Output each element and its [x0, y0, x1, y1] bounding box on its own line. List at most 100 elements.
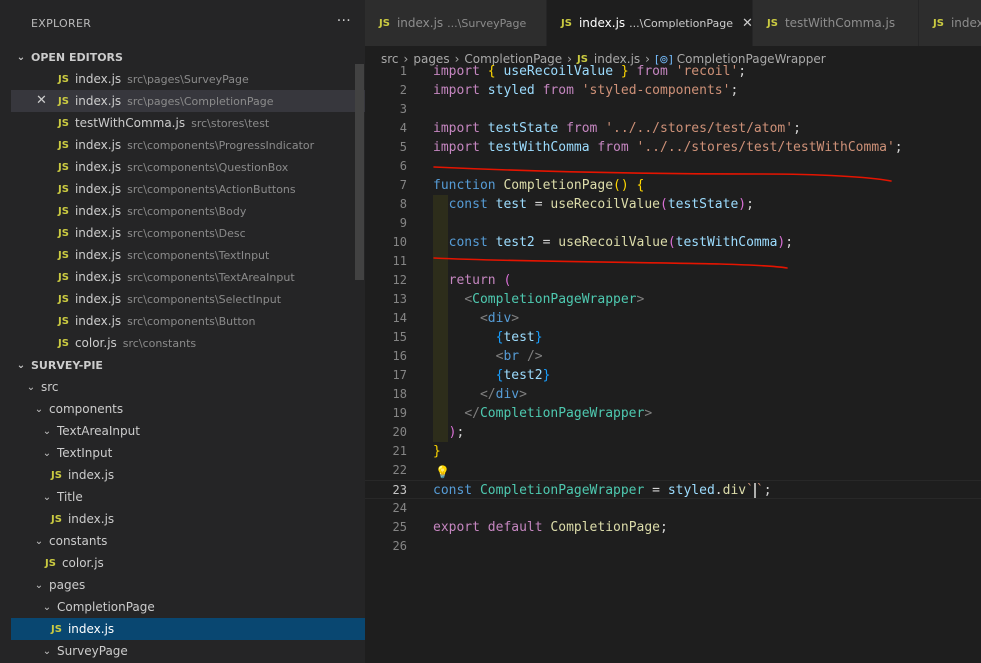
- tab-label: index.js: [396, 16, 444, 30]
- open-editor-item[interactable]: JS color.js src\constants: [11, 332, 365, 354]
- tree-label: components: [49, 402, 124, 416]
- code-line: 20 );: [365, 423, 981, 442]
- open-editor-item[interactable]: JS testWithComma.js src\stores\test: [11, 112, 365, 134]
- tree-folder-textareainput[interactable]: ⌄ TextAreaInput: [11, 420, 365, 442]
- project-header[interactable]: ⌄ SURVEY-PIE: [11, 354, 365, 376]
- line-number: 19: [392, 406, 407, 420]
- open-editor-filename: testWithComma.js: [74, 116, 186, 130]
- open-editor-path: src\components\Body: [127, 204, 247, 218]
- js-file-icon: JS: [51, 623, 62, 635]
- tab-testwithcomma[interactable]: JS testWithComma.js: [753, 0, 919, 46]
- open-editor-filename: index.js: [74, 292, 122, 306]
- open-editor-item[interactable]: JS index.js src\components\Desc: [11, 222, 365, 244]
- open-editor-item-active[interactable]: ✕ JS index.js src\pages\CompletionPage: [11, 90, 365, 112]
- open-editor-item[interactable]: JS index.js src\components\SelectInput: [11, 288, 365, 310]
- open-editor-path: src\components\ProgressIndicator: [127, 138, 315, 152]
- tree-file-selected[interactable]: JS index.js: [11, 618, 365, 640]
- tree-folder-components[interactable]: ⌄ components: [11, 398, 365, 420]
- tree-file[interactable]: JS index.js: [11, 508, 365, 530]
- code-line: 8 const test = useRecoilValue(testState)…: [365, 195, 981, 214]
- open-editor-filename: index.js: [74, 138, 122, 152]
- code-text: import testState from '../../stores/test…: [433, 121, 801, 136]
- open-editor-item[interactable]: JS index.js src\components\Button: [11, 310, 365, 332]
- js-file-icon: JS: [58, 315, 69, 327]
- js-file-icon: JS: [51, 513, 62, 525]
- open-editor-path: src\components\ActionButtons: [127, 182, 296, 196]
- tree-file[interactable]: JS color.js: [11, 552, 365, 574]
- line-number: 2: [399, 83, 407, 97]
- js-file-icon: JS: [58, 117, 69, 129]
- js-file-icon: JS: [58, 73, 69, 85]
- close-icon[interactable]: ✕: [36, 93, 47, 108]
- open-editor-filename: index.js: [74, 226, 122, 240]
- chevron-down-icon: ⌄: [34, 579, 44, 591]
- open-editor-item[interactable]: JS index.js src\components\TextInput: [11, 244, 365, 266]
- open-editor-item[interactable]: JS index.js src\components\QuestionBox: [11, 156, 365, 178]
- open-editor-path: src\pages\CompletionPage: [127, 94, 274, 108]
- js-file-icon: JS: [767, 17, 778, 29]
- code-line: 11: [365, 252, 981, 271]
- open-editor-path: src\components\QuestionBox: [127, 160, 289, 174]
- line-number: 7: [399, 178, 407, 192]
- code-text: <div>: [479, 311, 520, 326]
- open-editor-item[interactable]: JS index.js src\pages\SurveyPage: [11, 68, 365, 90]
- code-line: 1 import { useRecoilValue } from 'recoil'…: [365, 62, 981, 81]
- js-file-icon: JS: [933, 17, 944, 29]
- indent-guide: [433, 214, 448, 233]
- close-icon[interactable]: ✕: [742, 16, 753, 31]
- open-editor-filename: index.js: [74, 204, 122, 218]
- tree-folder-pages[interactable]: ⌄ pages: [11, 574, 365, 596]
- open-editors-header[interactable]: ⌄ OPEN EDITORS: [11, 46, 365, 68]
- code-text: const test = useRecoilValue(testState);: [448, 197, 754, 212]
- line-number: 5: [399, 140, 407, 154]
- line-number: 13: [392, 292, 407, 306]
- tree-folder-textinput[interactable]: ⌄ TextInput: [11, 442, 365, 464]
- code-editor[interactable]: 1 import { useRecoilValue } from 'recoil'…: [365, 62, 981, 556]
- line-number: 22: [392, 463, 407, 477]
- tab-surveypage-index[interactable]: JS index.js ...\SurveyPage: [365, 0, 547, 46]
- open-editor-item[interactable]: JS index.js src\components\TextAreaInput: [11, 266, 365, 288]
- tree-folder-surveypage[interactable]: ⌄ SurveyPage: [11, 640, 365, 662]
- js-file-icon: JS: [58, 161, 69, 173]
- line-number: 9: [399, 216, 407, 230]
- code-line: 13 <CompletionPageWrapper>: [365, 290, 981, 309]
- code-line: 12 return (: [365, 271, 981, 290]
- open-editor-item[interactable]: JS index.js src\components\ActionButtons: [11, 178, 365, 200]
- tab-description: ...\SurveyPage: [447, 16, 527, 30]
- code-text: function CompletionPage() {: [433, 178, 645, 193]
- tab-index-overflow[interactable]: JS index: [919, 0, 981, 46]
- explorer-title: EXPLORER ···: [11, 0, 365, 46]
- line-number: 8: [399, 197, 407, 211]
- code-line: 17 {test2}: [365, 366, 981, 385]
- more-actions-icon[interactable]: ···: [337, 13, 351, 29]
- line-number: 6: [399, 159, 407, 173]
- left-edge-strip: [0, 0, 11, 663]
- tree-folder-src[interactable]: ⌄ src: [11, 376, 365, 398]
- line-number: 14: [392, 311, 407, 325]
- open-editor-item[interactable]: JS index.js src\components\Body: [11, 200, 365, 222]
- code-line: 19 </CompletionPageWrapper>: [365, 404, 981, 423]
- code-text: );: [448, 425, 465, 440]
- code-line: 7 function CompletionPage() {: [365, 176, 981, 195]
- code-line: 16 <br />: [365, 347, 981, 366]
- tab-label: index.js: [578, 16, 626, 30]
- code-line: 3: [365, 100, 981, 119]
- chevron-down-icon: ⌄: [42, 645, 52, 657]
- tab-description: ...\CompletionPage: [629, 16, 734, 30]
- tree-label: constants: [49, 534, 108, 548]
- code-text: {test2}: [495, 368, 551, 383]
- tab-completionpage-index[interactable]: JS index.js ...\CompletionPage ✕: [547, 0, 753, 46]
- line-number: 20: [392, 425, 407, 439]
- open-editor-path: src\constants: [122, 336, 197, 350]
- code-text: const CompletionPageWrapper = styled.div…: [433, 483, 772, 498]
- tree-label: Title: [57, 490, 83, 504]
- tree-folder-constants[interactable]: ⌄ constants: [11, 530, 365, 552]
- line-number: 3: [399, 102, 407, 116]
- open-editor-item[interactable]: JS index.js src\components\ProgressIndic…: [11, 134, 365, 156]
- code-text: import styled from 'styled-components';: [433, 83, 739, 98]
- tree-folder-completionpage[interactable]: ⌄ CompletionPage: [11, 596, 365, 618]
- tree-file[interactable]: JS index.js: [11, 464, 365, 486]
- tree-folder-title[interactable]: ⌄ Title: [11, 486, 365, 508]
- open-editors-scrollbar[interactable]: [355, 64, 364, 280]
- code-text: </div>: [479, 387, 527, 402]
